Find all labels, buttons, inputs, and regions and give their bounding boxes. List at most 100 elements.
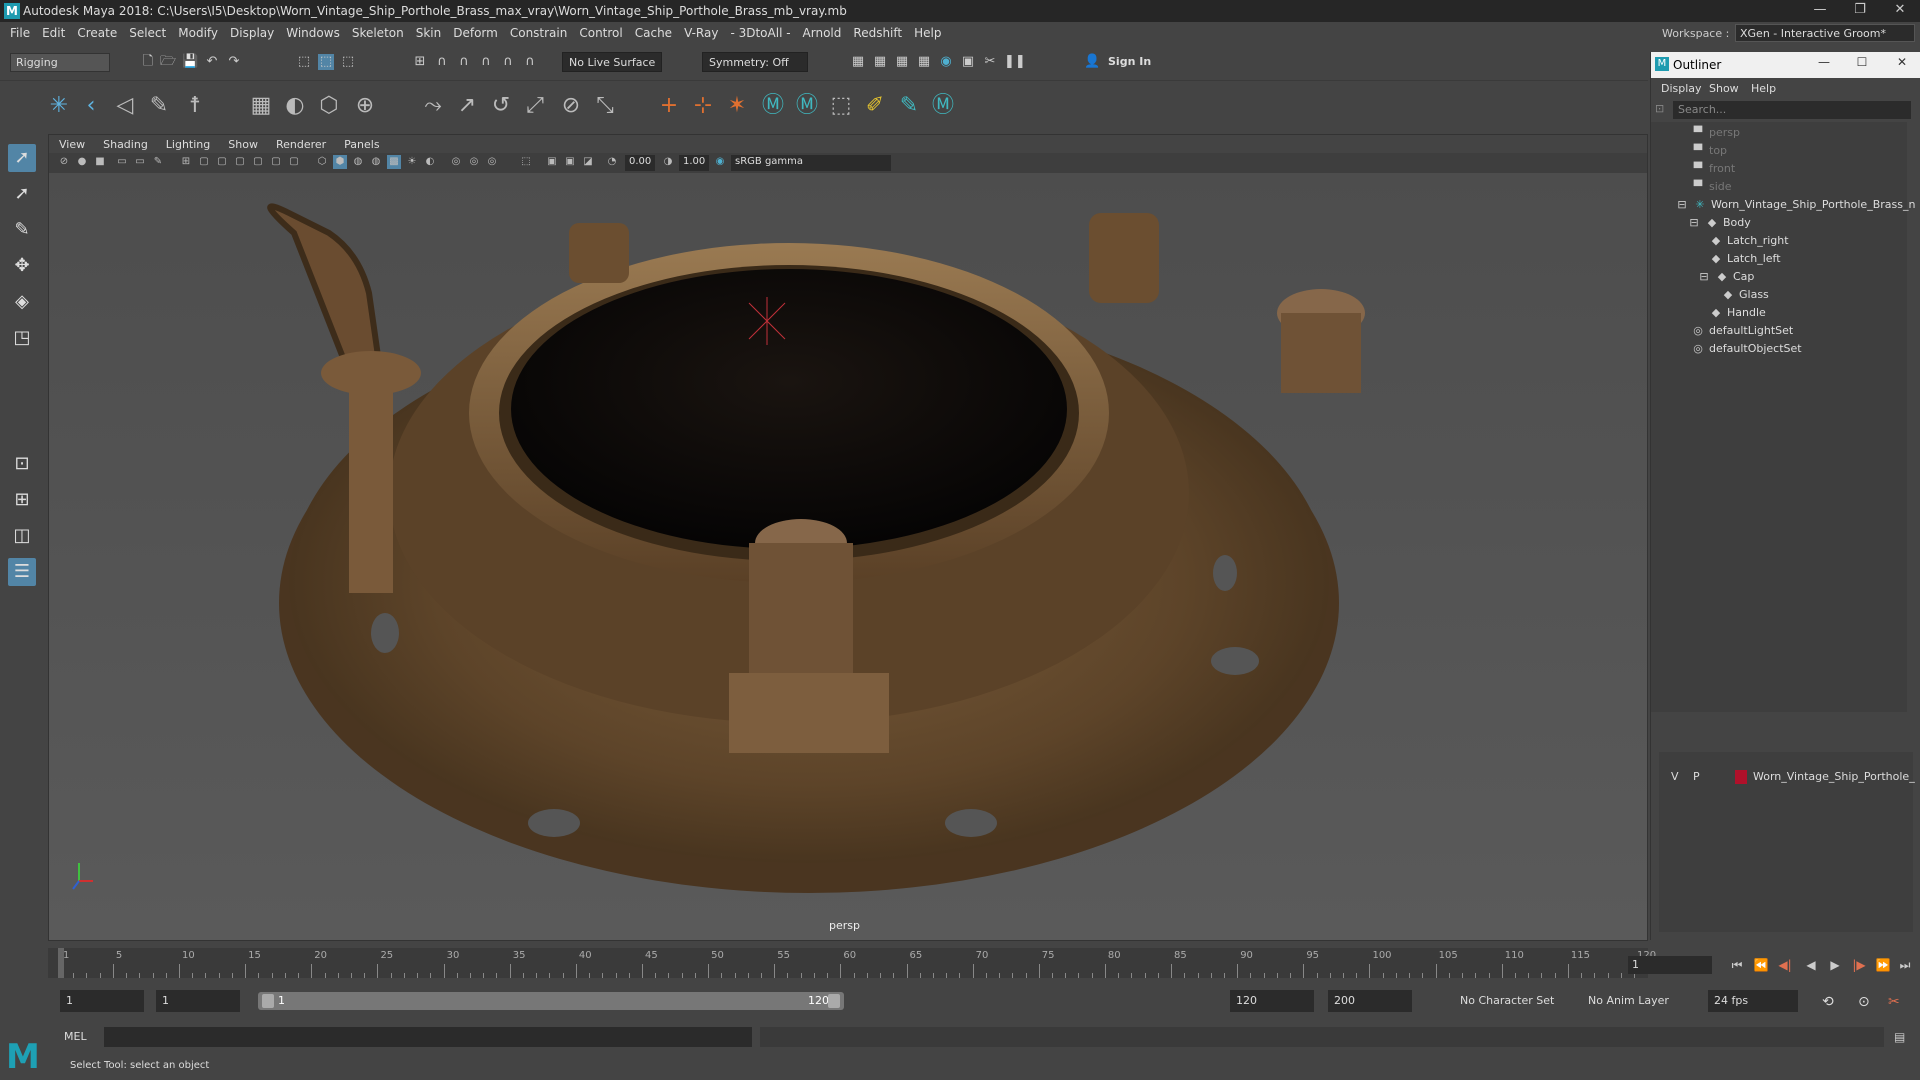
select-tool-icon[interactable]: ➚ — [8, 144, 36, 172]
select-components-icon[interactable]: ⬚ — [340, 54, 356, 70]
ik-spline-icon[interactable]: ◁ — [110, 91, 140, 121]
anti-aliasing-icon[interactable]: ◪ — [581, 155, 595, 169]
tree-node-handle[interactable]: ◆ Handle — [1709, 304, 1766, 322]
mel-command-input[interactable] — [104, 1027, 752, 1047]
film-gate-icon[interactable]: ▢ — [197, 155, 211, 169]
layer-visibility-toggle[interactable]: V — [1671, 768, 1679, 786]
mash-network-icon[interactable]: Ⓜ — [792, 91, 822, 121]
layer-name[interactable]: Worn_Vintage_Ship_Porthole_ — [1753, 768, 1915, 786]
view-transform-dropdown[interactable]: sRGB gamma — [731, 155, 891, 171]
range-slider[interactable]: 1 120 — [258, 992, 844, 1010]
locator-icon[interactable]: + — [654, 91, 684, 121]
playback-start-field[interactable]: 1 — [156, 990, 240, 1012]
menu-select[interactable]: Select — [129, 26, 166, 40]
tree-node-persp[interactable]: ▀ persp — [1691, 124, 1740, 142]
menu-constrain[interactable]: Constrain — [510, 26, 568, 40]
viewport-canvas[interactable]: persp — [49, 173, 1647, 940]
layer-color-swatch[interactable] — [1735, 770, 1747, 784]
wireframe-icon[interactable]: ⬡ — [315, 155, 329, 169]
render-sequence-icon[interactable]: ▦ — [872, 54, 888, 70]
safe-action-icon[interactable]: ▢ — [269, 155, 283, 169]
four-view-layout-icon[interactable]: ⊞ — [8, 486, 36, 514]
lattice-icon[interactable]: ▦ — [246, 91, 276, 121]
quick-rig-icon[interactable]: ✶ — [722, 91, 752, 121]
render-settings-icon[interactable]: ▦ — [916, 54, 932, 70]
aim-constraint-icon[interactable]: ⊘ — [556, 91, 586, 121]
grid-toggle-icon[interactable]: ⊞ — [179, 155, 193, 169]
menu-skin[interactable]: Skin — [416, 26, 442, 40]
restore-button[interactable]: ❐ — [1840, 0, 1880, 22]
default-material-icon[interactable]: ◍ — [351, 155, 365, 169]
sign-in-button[interactable]: Sign In — [1102, 52, 1198, 72]
empty-shelf-slot-icon[interactable]: ⬚ — [826, 91, 856, 121]
tree-node-latch-right[interactable]: ◆ Latch_right — [1709, 232, 1789, 250]
anim-layer-dropdown[interactable]: No Anim Layer — [1588, 994, 1669, 1007]
xray-active-icon[interactable]: ◎ — [467, 155, 481, 169]
menu-skeleton[interactable]: Skeleton — [352, 26, 404, 40]
menu-file[interactable]: File — [10, 26, 30, 40]
porthole-model-render[interactable] — [49, 173, 1647, 940]
search-filter-icon[interactable]: ⊡ — [1655, 102, 1664, 115]
color-management-icon[interactable]: ◉ — [713, 155, 727, 169]
wireframe-on-shaded-icon[interactable]: ◍ — [369, 155, 383, 169]
pole-vector-icon[interactable]: ⤡ — [590, 91, 620, 121]
current-frame-field[interactable]: 1 — [1628, 956, 1712, 974]
new-scene-icon[interactable]: 🗋 — [140, 54, 156, 70]
menu-control[interactable]: Control — [579, 26, 622, 40]
snap-view-icon[interactable]: ∩ — [478, 54, 494, 70]
time-slider[interactable]: 1 5 10 15 20 25 30 35 40 45 50 55 60 65 70 75 80 85 90 95 10… — [48, 948, 1656, 978]
tree-node-top[interactable]: ▀ top — [1691, 142, 1727, 160]
current-frame-marker[interactable] — [58, 948, 64, 978]
xray-icon[interactable]: ◎ — [449, 155, 463, 169]
open-scene-icon[interactable]: 🗁 — [160, 54, 176, 70]
mash-icon[interactable]: Ⓜ — [758, 91, 788, 121]
symmetry-dropdown[interactable]: Symmetry: Off — [702, 52, 808, 72]
menu-v-ray[interactable]: V-Ray — [684, 26, 718, 40]
menu-cache[interactable]: Cache — [635, 26, 672, 40]
mash-paint-icon[interactable]: Ⓜ — [928, 91, 958, 121]
layer-playback-toggle[interactable]: P — [1693, 768, 1700, 786]
vray-render-icon[interactable]: ✂ — [982, 54, 998, 70]
close-button[interactable]: ✕ — [1880, 0, 1920, 22]
resolution-gate-icon[interactable]: ▢ — [215, 155, 229, 169]
menu-help[interactable]: Help — [914, 26, 941, 40]
menu-modify[interactable]: Modify — [178, 26, 218, 40]
outliner-menu-help[interactable]: Help — [1751, 82, 1776, 95]
tree-node-cap[interactable]: ⊟ ◆ Cap — [1697, 268, 1754, 286]
menu-windows[interactable]: Windows — [286, 26, 340, 40]
orient-constraint-icon[interactable]: ↺ — [486, 91, 516, 121]
menu-create[interactable]: Create — [77, 26, 117, 40]
viewport-menu-shading[interactable]: Shading — [103, 138, 148, 151]
scene-end-field[interactable]: 200 — [1328, 990, 1412, 1012]
step-back-frame-icon[interactable]: ◀| — [1776, 956, 1794, 974]
render-view-icon[interactable]: ▣ — [960, 54, 976, 70]
loop-icon[interactable]: ⟲ — [1822, 994, 1834, 1010]
image-plane-icon[interactable]: ▭ — [115, 155, 129, 169]
tree-node-default-object-set[interactable]: ◎ defaultObjectSet — [1691, 340, 1801, 358]
ik-handle-icon[interactable]: ‹ — [76, 91, 106, 121]
ipr-render-icon[interactable]: ▦ — [894, 54, 910, 70]
tree-node-default-light-set[interactable]: ◎ defaultLightSet — [1691, 322, 1793, 340]
scale-constraint-icon[interactable]: ⤢ — [520, 91, 550, 121]
collapse-icon[interactable]: ⊟ — [1697, 268, 1711, 286]
exposure-icon[interactable]: ◔ — [605, 155, 619, 169]
range-end-handle[interactable] — [828, 994, 840, 1008]
cluster-icon[interactable]: ◐ — [280, 91, 310, 121]
parent-constraint-icon[interactable]: ⤳ — [418, 91, 448, 121]
outliner-minimize-button[interactable]: — — [1809, 55, 1839, 69]
cluster-handle-icon[interactable]: ⊹ — [688, 91, 718, 121]
outliner-maximize-button[interactable]: ☐ — [1847, 55, 1877, 69]
tree-node-front[interactable]: ▀ front — [1691, 160, 1735, 178]
bookmark-icon[interactable]: ■ — [93, 155, 107, 169]
paint-weights-icon[interactable]: ✎ — [144, 91, 174, 121]
viewport-menu-lighting[interactable]: Lighting — [166, 138, 210, 151]
workspace-dropdown[interactable]: XGen - Interactive Groom* — [1735, 24, 1915, 42]
play-forwards-icon[interactable]: ▶ — [1826, 956, 1844, 974]
sculpt-deformer-icon[interactable]: ⊕ — [350, 91, 380, 121]
viewport-menu-renderer[interactable]: Renderer — [276, 138, 326, 151]
undo-icon[interactable]: ↶ — [204, 54, 220, 70]
tree-node-root-group[interactable]: ⊟ ✳ Worn_Vintage_Ship_Porthole_Brass_n — [1675, 196, 1915, 214]
snap-surface-icon[interactable]: ∩ — [500, 54, 516, 70]
auto-key-icon[interactable]: ⊙ — [1858, 994, 1870, 1010]
menu-3dtoall[interactable]: - 3DtoAll - — [730, 26, 790, 40]
